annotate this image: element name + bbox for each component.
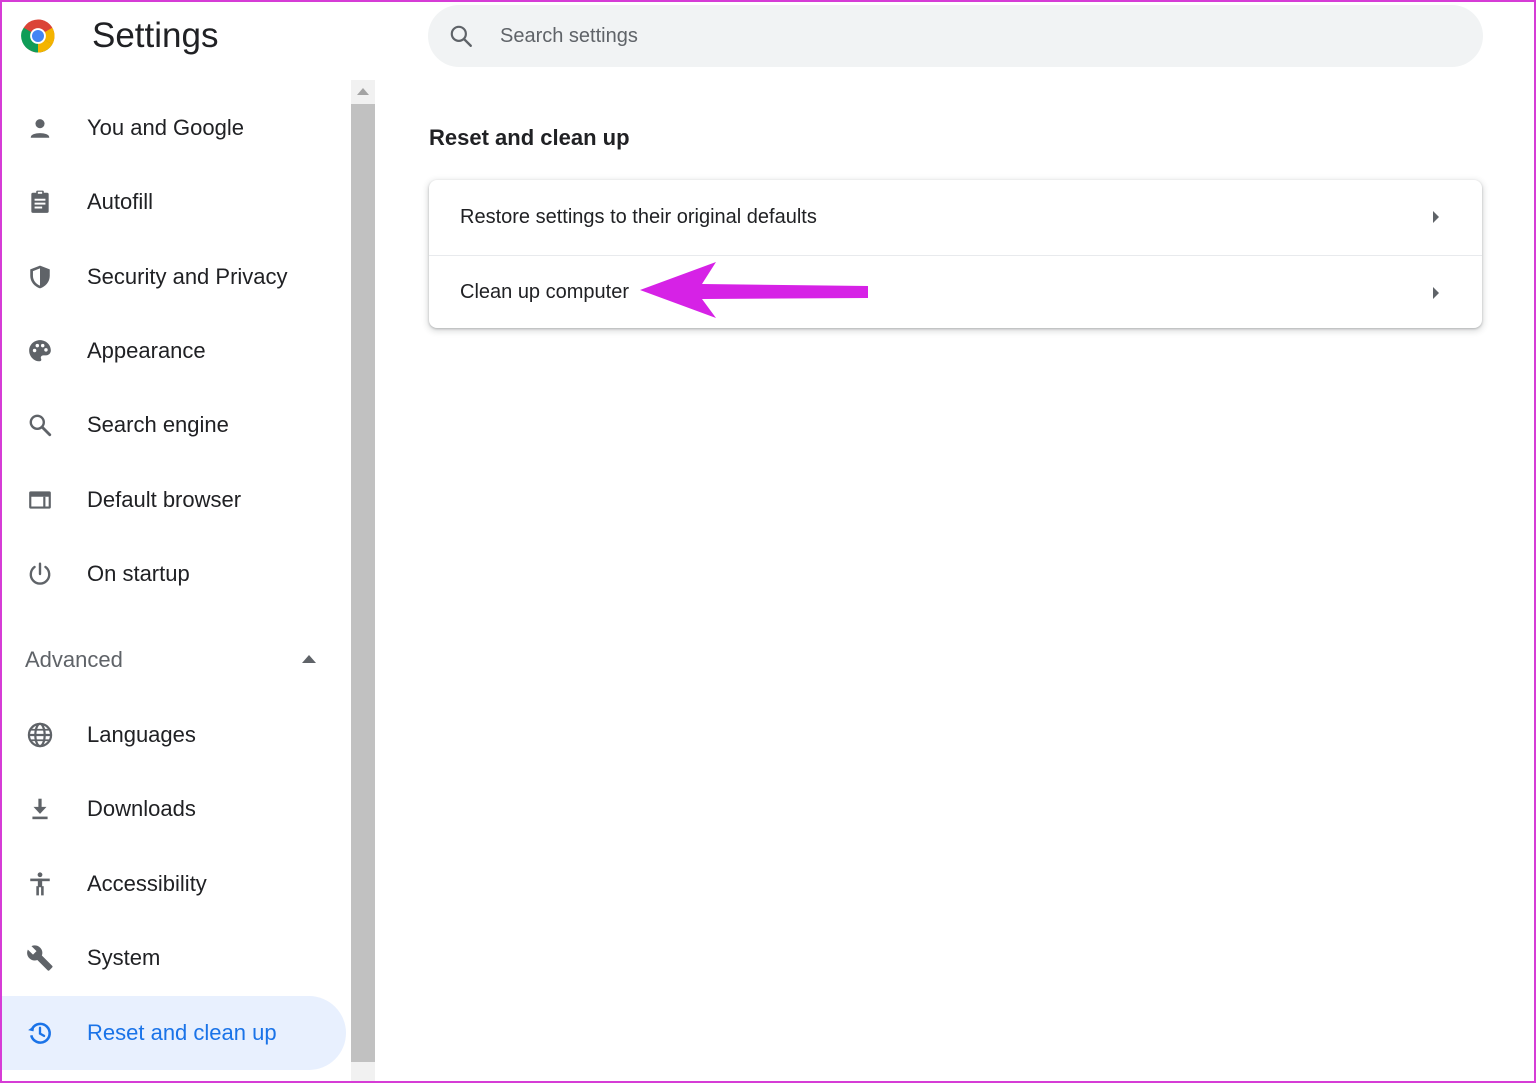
search-icon [24, 409, 56, 441]
sidebar-item-label: System [87, 945, 161, 970]
download-icon [24, 793, 56, 825]
sidebar-item-label: Appearance [87, 338, 206, 363]
sidebar-item-label: Reset and clean up [87, 1020, 277, 1045]
search-input[interactable] [500, 19, 1400, 53]
globe-icon [24, 719, 56, 751]
chevron-right-icon [1433, 286, 1439, 299]
scroll-up-arrow-icon[interactable] [357, 88, 369, 95]
sidebar-item-on-startup[interactable]: On startup [0, 537, 346, 611]
sidebar-item-label: You and Google [87, 115, 244, 140]
search-bar[interactable] [428, 5, 1483, 67]
sidebar-item-label: Default browser [87, 487, 242, 512]
annotation-arrow-icon [640, 262, 868, 318]
sidebar-item-reset-and-clean-up[interactable]: Reset and clean up [0, 996, 346, 1070]
shield-icon [24, 261, 56, 293]
accessibility-icon [24, 868, 56, 900]
person-icon [24, 112, 56, 144]
clean-up-computer-row[interactable]: Clean up computer [429, 255, 1482, 329]
sidebar-item-label: Search engine [87, 412, 229, 437]
restore-settings-row[interactable]: Restore settings to their original defau… [429, 180, 1482, 254]
collapse-arrow-icon [302, 655, 316, 663]
chevron-right-icon [1433, 211, 1439, 223]
restore-icon [24, 1017, 56, 1049]
sidebar-item-languages[interactable]: Languages [0, 698, 346, 772]
sidebar-item-autofill[interactable]: Autofill [0, 165, 346, 239]
browser-window-icon [24, 484, 56, 516]
reset-card: Restore settings to their original defau… [429, 180, 1482, 328]
app-header: Settings [20, 14, 218, 58]
sidebar-item-label: Downloads [87, 796, 196, 821]
sidebar-item-security-and-privacy[interactable]: Security and Privacy [0, 240, 346, 314]
sidebar-item-you-and-google[interactable]: You and Google [0, 91, 346, 165]
sidebar-item-accessibility[interactable]: Accessibility [0, 847, 346, 921]
sidebar: You and Google Autofill Security and Pri… [0, 80, 350, 1083]
scrollbar-thumb[interactable] [351, 104, 375, 1062]
clean-up-computer-label: Clean up computer [460, 281, 629, 303]
sidebar-item-default-browser[interactable]: Default browser [0, 463, 346, 537]
advanced-section-toggle[interactable]: Advanced [0, 625, 346, 695]
restore-settings-label: Restore settings to their original defau… [460, 205, 817, 228]
sidebar-item-appearance[interactable]: Appearance [0, 314, 346, 388]
sidebar-item-label: Accessibility [87, 871, 207, 896]
sidebar-item-label: Security and Privacy [87, 264, 288, 289]
power-icon [24, 558, 56, 590]
sidebar-item-label: Languages [87, 722, 196, 747]
chrome-logo [21, 19, 55, 53]
section-title: Reset and clean up [429, 125, 630, 150]
wrench-icon [24, 942, 56, 974]
sidebar-item-system[interactable]: System [0, 921, 346, 995]
page-title: Settings [92, 16, 219, 55]
advanced-label: Advanced [25, 647, 123, 672]
palette-icon [24, 335, 56, 367]
search-icon [450, 25, 472, 47]
sidebar-scrollbar[interactable] [351, 80, 375, 1083]
clipboard-icon [24, 186, 56, 218]
sidebar-item-downloads[interactable]: Downloads [0, 772, 346, 846]
sidebar-item-search-engine[interactable]: Search engine [0, 388, 346, 462]
sidebar-item-label: On startup [87, 561, 190, 586]
sidebar-item-label: Autofill [87, 189, 154, 214]
